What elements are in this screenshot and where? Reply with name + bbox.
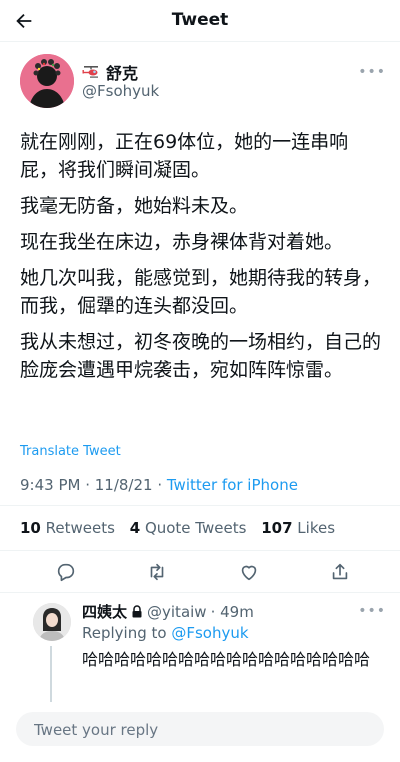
likes-count: 107 <box>261 519 293 537</box>
author-avatar[interactable] <box>20 54 74 108</box>
like-button[interactable] <box>235 558 263 586</box>
top-bar: Tweet <box>0 0 400 42</box>
more-dots-icon[interactable]: ••• <box>358 603 386 619</box>
tweet-action-bar <box>0 556 400 588</box>
reply-composer <box>16 712 384 748</box>
heart-icon <box>241 565 257 581</box>
more-dots-icon[interactable]: ••• <box>358 64 386 80</box>
retweets-stat[interactable]: 10 Retweets <box>20 519 115 537</box>
tweet-text: 就在刚刚，正在69体位，她的一连串响屁，将我们瞬间凝固。 我毫无防备，她始料未及… <box>20 128 386 392</box>
tweet-meta: 9:43 PM · 11/8/21 · Twitter for iPhone <box>20 476 298 494</box>
likes-stat[interactable]: 107 Likes <box>261 519 335 537</box>
helicopter-icon <box>82 66 98 78</box>
author-name-row[interactable]: 舒克 <box>82 60 138 84</box>
author-name: 舒克 <box>106 64 139 83</box>
reply-button[interactable] <box>52 558 80 586</box>
share-button[interactable] <box>326 558 354 586</box>
page-title: Tweet <box>171 10 229 30</box>
quotes-count: 4 <box>129 519 141 537</box>
stats-divider-bottom <box>0 550 400 551</box>
replying-to-label: Replying to <box>82 624 167 642</box>
reply-input[interactable] <box>32 712 376 748</box>
thread-line <box>50 646 52 702</box>
likes-label: Likes <box>297 519 336 537</box>
lock-icon <box>132 605 142 618</box>
retweet-icon <box>150 563 164 581</box>
tweet-source-link[interactable]: Twitter for iPhone <box>167 476 298 494</box>
tweet-paragraph: 现在我坐在床边，赤身裸体背对着她。 <box>20 231 344 253</box>
stats-divider-top <box>0 505 400 506</box>
replying-to-mention[interactable]: @Fsohyuk <box>171 624 248 642</box>
author-handle[interactable]: @Fsohyuk <box>82 82 159 100</box>
replying-to: Replying to @Fsohyuk <box>82 624 249 642</box>
quotes-label: Quote Tweets <box>144 519 247 537</box>
reply-avatar-illustration <box>33 603 71 641</box>
actions-divider <box>0 592 400 593</box>
quote-tweets-stat[interactable]: 4 Quote Tweets <box>130 519 247 537</box>
tweet-timestamp: 9:43 PM · 11/8/21 · <box>20 476 167 494</box>
tweet-paragraph: 我毫无防备，她始料未及。 <box>20 195 249 217</box>
share-icon <box>332 563 348 580</box>
reply-time: · 49m <box>210 602 254 621</box>
tweet-paragraph: 就在刚刚，正在69体位，她的一连串响屁，将我们瞬间凝固。 <box>20 131 349 181</box>
reply-text: 哈哈哈哈哈哈哈哈哈哈哈哈哈哈哈哈哈哈 <box>82 650 371 669</box>
translate-tweet-link[interactable]: Translate Tweet <box>20 444 121 459</box>
reply-author-name[interactable]: 四姨太 <box>82 601 127 622</box>
avatar-illustration <box>20 54 74 108</box>
tweet-stats: 10 Retweets 4 Quote Tweets 107 Likes <box>20 519 345 537</box>
tweet-paragraph: 她几次叫我，能感觉到，她期待我的转身，而我，倔犟的连头都没回。 <box>20 267 382 317</box>
reply-author-handle[interactable]: @yitaiw <box>147 603 207 621</box>
reply-avatar[interactable] <box>33 603 71 641</box>
retweets-count: 10 <box>20 519 41 537</box>
retweet-button[interactable] <box>143 558 171 586</box>
reply-icon <box>57 563 75 582</box>
retweets-label: Retweets <box>45 519 115 537</box>
reply-header: 四姨太 @yitaiw · 49m <box>82 601 254 622</box>
tweet-paragraph: 我从未想过，初冬夜晚的一场相约，自己的脸庞会遭遇甲烷袭击，宛如阵阵惊雷。 <box>20 331 382 381</box>
header-divider <box>0 41 400 42</box>
